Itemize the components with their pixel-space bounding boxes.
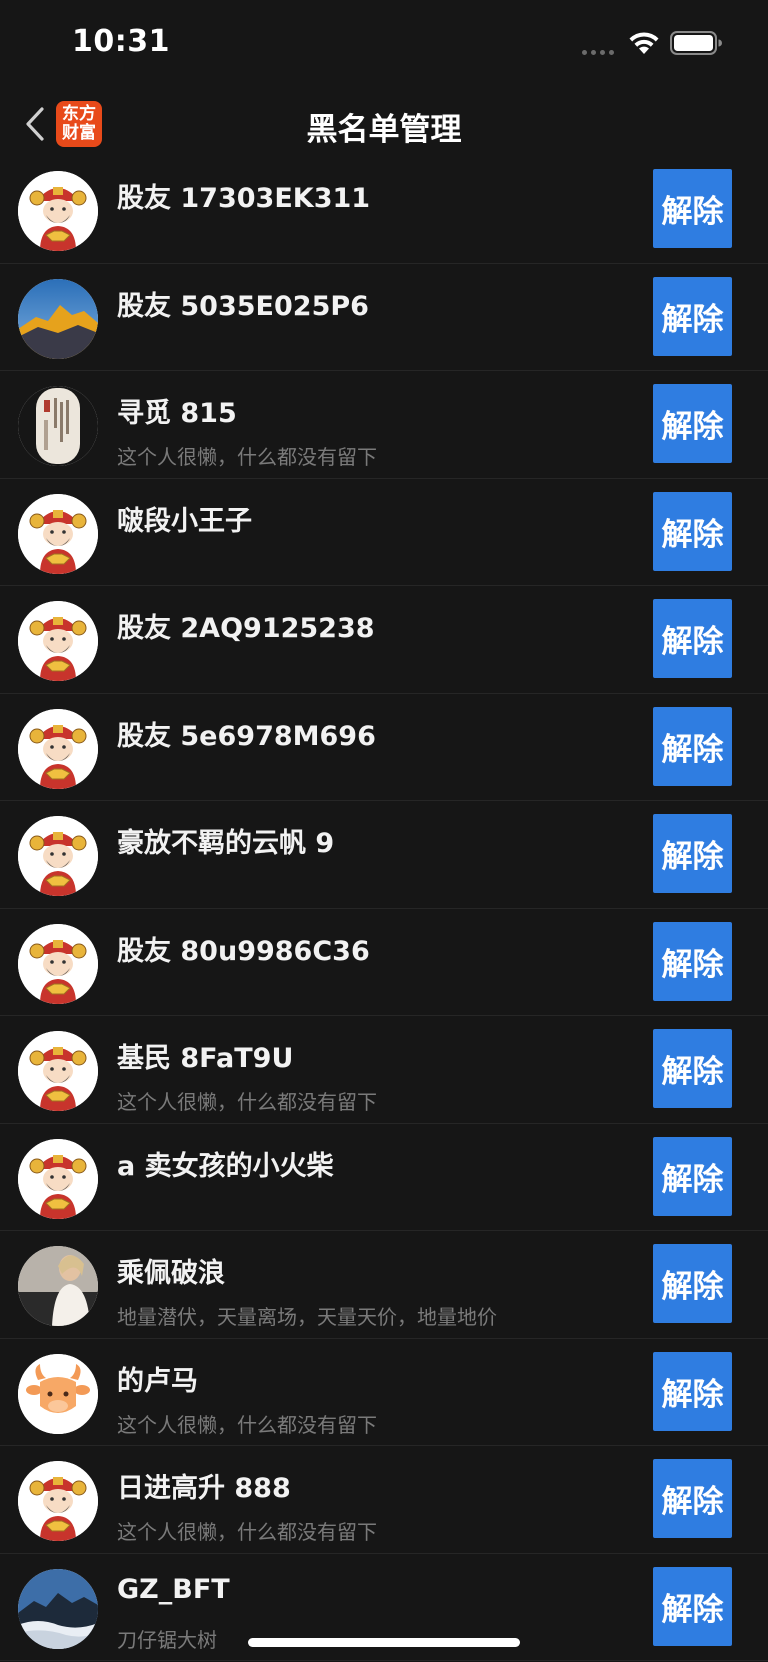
wifi-icon (629, 32, 659, 54)
unblock-button[interactable]: 解除 (653, 1029, 732, 1108)
list-item[interactable]: 日进高升 888 这个人很懒，什么都没有留下 解除 (0, 1446, 768, 1554)
list-item[interactable]: 股友 5035E025P6 解除 (0, 264, 768, 371)
unblock-button[interactable]: 解除 (653, 169, 732, 248)
status-bar: 10:31 (0, 0, 768, 88)
user-name: a 卖女孩的小火柴 (117, 1150, 334, 1182)
user-name: 日进高升 888 (117, 1473, 291, 1504)
user-bio: 这个人很懒，什么都没有留下 (117, 1090, 377, 1114)
god-of-wealth-avatar[interactable] (18, 493, 98, 574)
list-item[interactable]: a 卖女孩的小火柴 解除 (0, 1124, 768, 1231)
unblock-button[interactable]: 解除 (653, 814, 732, 893)
list-item[interactable]: 股友 5e6978M696 解除 (0, 694, 768, 801)
mountain-sunset-avatar[interactable] (18, 278, 98, 359)
god-of-wealth-avatar[interactable] (18, 816, 98, 896)
unblock-button[interactable]: 解除 (653, 1136, 732, 1216)
list-item[interactable]: 股友 80u9986C36 解除 (0, 909, 768, 1016)
list-item[interactable]: 股友 2AQ9125238 解除 (0, 586, 768, 694)
blocked-users-list: 股友 17303EK311 解除 股友 5035E025P6 解除 寻觅 815 这个… (0, 156, 768, 1661)
mountain-clouds-avatar[interactable] (18, 1568, 98, 1649)
unblock-button[interactable]: 解除 (653, 1244, 732, 1323)
list-item[interactable]: 寻觅 815 这个人很懒，什么都没有留下 解除 (0, 371, 768, 479)
god-of-wealth-avatar[interactable] (18, 1031, 98, 1111)
unblock-button[interactable]: 解除 (653, 706, 732, 786)
user-name: 豪放不羁的云帆 9 (117, 828, 335, 859)
unblock-button[interactable]: 解除 (653, 1351, 732, 1431)
list-item[interactable]: 基民 8FaT9U 这个人很懒，什么都没有留下 解除 (0, 1016, 768, 1124)
person-photo-avatar[interactable] (18, 1246, 98, 1326)
god-of-wealth-avatar[interactable] (18, 708, 98, 789)
list-item[interactable]: 乘佩破浪地量潜伏，天量离场，天量天价，地量地价 解除 (0, 1231, 768, 1339)
unblock-button[interactable]: 解除 (653, 1566, 732, 1646)
unblock-button[interactable]: 解除 (653, 599, 732, 678)
user-name: 股友 2AQ9125238 (117, 613, 375, 644)
cellular-signal-icon (582, 50, 614, 55)
god-of-wealth-avatar[interactable] (18, 601, 98, 681)
god-of-wealth-avatar[interactable] (18, 1461, 98, 1541)
user-name: 寻觅 815 (117, 398, 237, 429)
user-name: 股友 5035E025P6 (117, 290, 369, 322)
unblock-button[interactable]: 解除 (653, 491, 732, 571)
list-item[interactable]: 的卢马这个人很懒，什么都没有留下 解除 (0, 1339, 768, 1446)
list-item[interactable]: 豪放不羁的云帆 9 解除 (0, 801, 768, 909)
user-name: GZ_BFT (117, 1573, 230, 1605)
status-time: 10:31 (72, 24, 170, 59)
user-bio: 这个人很懒，什么都没有留下 (117, 1520, 377, 1544)
user-name: 基民 8FaT9U (117, 1043, 294, 1074)
user-name: 乘佩破浪 (117, 1258, 225, 1289)
navigation-bar: 东方 财富 黑名单管理 (0, 88, 768, 162)
page-title: 黑名单管理 (306, 112, 462, 148)
user-bio: 这个人很懒，什么都没有留下 (117, 1412, 377, 1437)
user-name: 股友 80u9986C36 (117, 935, 370, 967)
unblock-button[interactable]: 解除 (653, 921, 732, 1001)
user-bio: 这个人很懒，什么都没有留下 (117, 445, 377, 469)
home-indicator[interactable] (248, 1638, 520, 1647)
god-of-wealth-avatar[interactable] (18, 923, 98, 1004)
battery-icon (670, 31, 722, 55)
list-item[interactable]: 股友 17303EK311 解除 (0, 156, 768, 264)
god-of-wealth-avatar[interactable] (18, 171, 98, 251)
god-of-wealth-avatar[interactable] (18, 1138, 98, 1219)
list-item[interactable]: 啵段小王子 解除 (0, 479, 768, 586)
user-name: 股友 17303EK311 (117, 183, 371, 214)
unblock-button[interactable]: 解除 (653, 1459, 732, 1538)
user-name: 股友 5e6978M696 (117, 720, 376, 752)
user-name: 啵段小王子 (117, 505, 252, 537)
scroll-painting-avatar[interactable] (18, 386, 98, 466)
user-bio: 刀仔锯大树 (117, 1627, 217, 1652)
unblock-button[interactable]: 解除 (653, 384, 732, 463)
user-name: 的卢马 (117, 1365, 198, 1397)
user-bio: 地量潜伏，天量离场，天量天价，地量地价 (117, 1305, 497, 1329)
cartoon-ox-avatar[interactable] (18, 1353, 98, 1434)
unblock-button[interactable]: 解除 (653, 276, 732, 356)
